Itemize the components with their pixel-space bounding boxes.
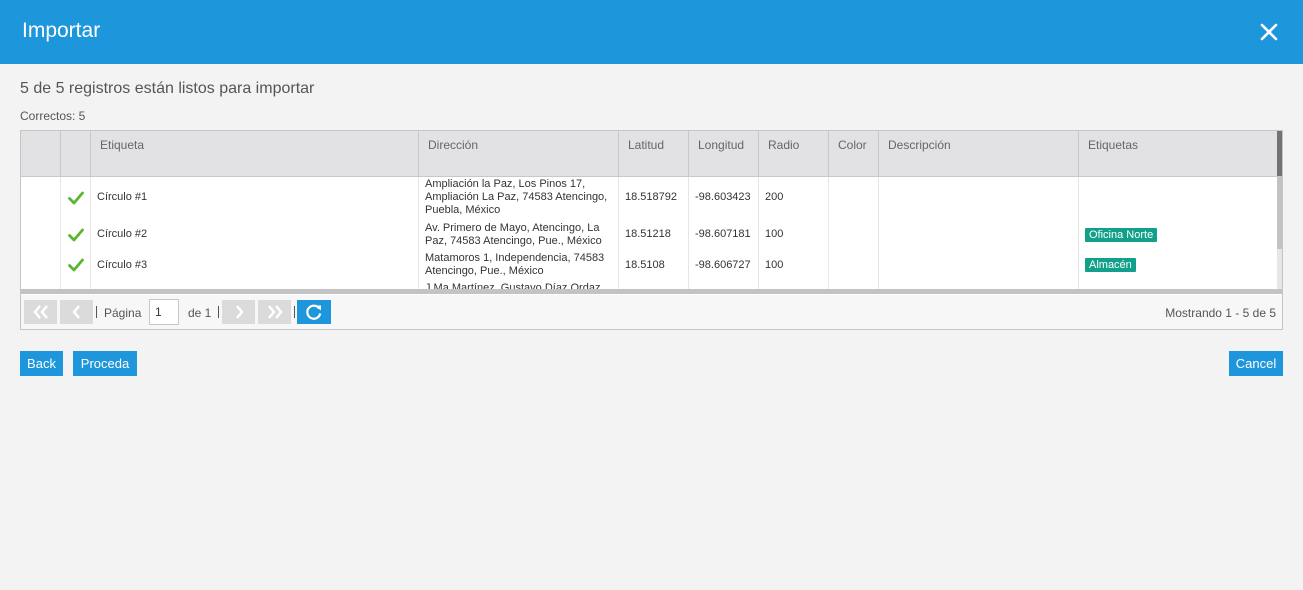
dialog-header: Importar	[0, 0, 1303, 64]
row-status-cell	[61, 251, 91, 279]
header-empty	[21, 131, 61, 176]
row-cell-empty	[21, 177, 61, 218]
header-longitud[interactable]: Longitud	[689, 131, 759, 176]
header-etiquetas[interactable]: Etiquetas	[1079, 131, 1277, 176]
header-radio[interactable]: Radio	[759, 131, 829, 176]
cell-longitud: -98.607181	[689, 218, 759, 251]
check-icon	[67, 228, 84, 241]
pager-separator	[294, 306, 295, 318]
pager-separator	[96, 306, 97, 318]
cell-color	[829, 279, 879, 289]
cell-color	[829, 177, 879, 218]
cell-latitud: 18.518792	[619, 177, 689, 218]
table-row[interactable]: Círculo #2 Av. Primero de Mayo, Atencing…	[21, 218, 1277, 251]
cell-longitud: -98.603423	[689, 177, 759, 218]
grid-header: Etiqueta Dirección Latitud Longitud Radi…	[21, 131, 1282, 177]
cell-direccion: Ampliación la Paz, Los Pinos 17, Ampliac…	[419, 177, 619, 218]
header-etiqueta[interactable]: Etiqueta	[91, 131, 419, 176]
prev-page-icon	[71, 305, 80, 319]
pagination-bar: Página de 1 Mostrando 1 - 5 de 5	[21, 295, 1282, 329]
records-showing: Mostrando 1 - 5 de 5	[1165, 306, 1276, 320]
cell-etiquetas	[1079, 279, 1277, 289]
header-direccion[interactable]: Dirección	[419, 131, 619, 176]
table-row[interactable]: Círculo #1 Ampliación la Paz, Los Pinos …	[21, 177, 1277, 218]
vertical-scroll-thumb[interactable]	[1277, 177, 1282, 249]
header-status	[61, 131, 91, 176]
cell-descripcion	[879, 218, 1079, 251]
page-number-input[interactable]	[149, 299, 179, 325]
row-status-cell	[61, 177, 91, 218]
cell-latitud: 18.5108	[619, 251, 689, 279]
page-label: Página	[104, 306, 142, 320]
last-page-button[interactable]	[258, 300, 291, 324]
horizontal-scrollbar[interactable]	[21, 289, 1282, 294]
cell-descripcion	[879, 251, 1079, 279]
cell-radio	[759, 279, 829, 289]
header-color[interactable]: Color	[829, 131, 879, 176]
refresh-icon	[306, 304, 322, 320]
cell-etiqueta	[91, 279, 419, 289]
first-page-icon	[32, 305, 48, 319]
import-grid: Etiqueta Dirección Latitud Longitud Radi…	[20, 130, 1283, 330]
row-status-cell	[61, 279, 91, 289]
correct-count: Correctos: 5	[20, 109, 86, 123]
header-scroll-corner	[1277, 131, 1282, 176]
cell-latitud	[619, 279, 689, 289]
cell-direccion: Matamoros 1, Independencia, 74583 Atenci…	[419, 251, 619, 279]
table-row[interactable]: J Ma Martínez, Gustavo Díaz Ordaz	[21, 279, 1277, 289]
close-icon[interactable]	[1257, 20, 1281, 44]
row-status-cell	[61, 218, 91, 251]
cell-radio: 200	[759, 177, 829, 218]
row-cell-empty	[21, 279, 61, 289]
cell-etiquetas: Almacén	[1079, 251, 1277, 279]
cell-etiqueta: Círculo #3	[91, 251, 419, 279]
dialog-title: Importar	[22, 19, 101, 42]
cell-radio: 100	[759, 251, 829, 279]
row-cell-empty	[21, 251, 61, 279]
check-icon	[67, 191, 84, 204]
proceed-button[interactable]: Proceda	[73, 351, 137, 376]
grid-body: Círculo #1 Ampliación la Paz, Los Pinos …	[21, 177, 1277, 289]
header-descripcion[interactable]: Descripción	[879, 131, 1079, 176]
refresh-button[interactable]	[297, 300, 331, 324]
vertical-scrollbar[interactable]	[1277, 177, 1282, 290]
header-latitud[interactable]: Latitud	[619, 131, 689, 176]
cell-etiquetas	[1079, 177, 1277, 218]
table-row[interactable]: Círculo #3 Matamoros 1, Independencia, 7…	[21, 251, 1277, 279]
row-cell-empty	[21, 218, 61, 251]
cancel-button[interactable]: Cancel	[1229, 351, 1283, 376]
cell-color	[829, 251, 879, 279]
cell-etiqueta: Círculo #2	[91, 218, 419, 251]
cell-longitud: -98.606727	[689, 251, 759, 279]
page-count-label: de 1	[188, 306, 212, 320]
import-summary: 5 de 5 registros están listos para impor…	[20, 80, 315, 97]
back-button[interactable]: Back	[20, 351, 63, 376]
cell-radio: 100	[759, 218, 829, 251]
cell-direccion: J Ma Martínez, Gustavo Díaz Ordaz	[419, 279, 619, 289]
cell-etiquetas: Oficina Norte	[1079, 218, 1277, 251]
prev-page-button[interactable]	[60, 300, 93, 324]
cell-descripcion	[879, 177, 1079, 218]
cell-descripcion	[879, 279, 1079, 289]
last-page-icon	[267, 305, 283, 319]
next-page-icon	[235, 305, 244, 319]
cell-direccion: Av. Primero de Mayo, Atencingo, La Paz, …	[419, 218, 619, 251]
tag-badge: Almacén	[1085, 258, 1136, 272]
cell-etiqueta: Círculo #1	[91, 177, 419, 218]
cell-latitud: 18.51218	[619, 218, 689, 251]
next-page-button[interactable]	[222, 300, 255, 324]
cell-longitud	[689, 279, 759, 289]
tag-badge: Oficina Norte	[1085, 227, 1158, 242]
pager-separator	[218, 306, 219, 318]
first-page-button[interactable]	[24, 300, 57, 324]
check-icon	[67, 258, 84, 272]
cell-color	[829, 218, 879, 251]
